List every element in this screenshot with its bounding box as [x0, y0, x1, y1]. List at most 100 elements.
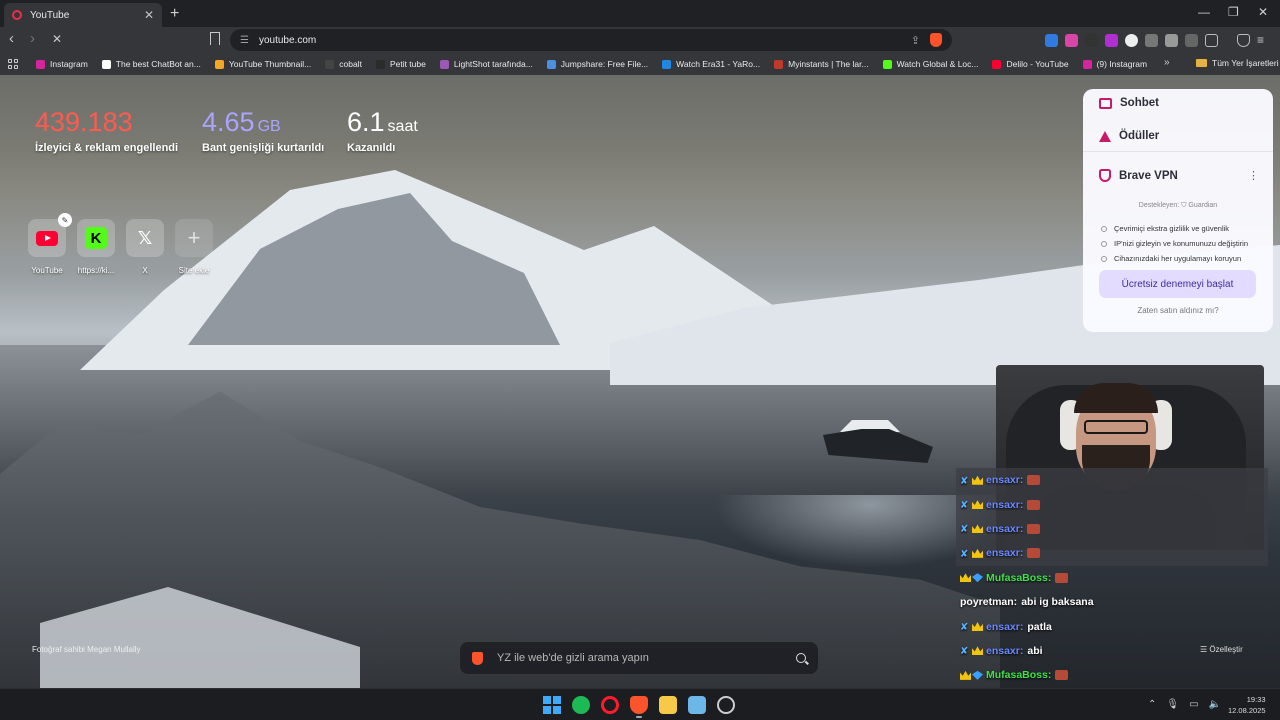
bookmark-item[interactable]: Watch Era31 - YaRo... [662, 59, 760, 69]
windows-start-icon[interactable] [543, 696, 561, 714]
spotify-icon[interactable] [572, 696, 590, 714]
close-window-icon[interactable]: ✕ [1258, 5, 1268, 19]
search-input[interactable]: YZ ile web'de gizli arama yapın [497, 652, 796, 664]
rewards-triangle-icon [1099, 130, 1111, 142]
menu-icon[interactable]: ≡ [1257, 33, 1264, 47]
forward-icon[interactable]: › [30, 30, 35, 47]
tray-chevron-icon[interactable]: ⌃ [1148, 699, 1156, 710]
bookmark-favicon-icon [1082, 59, 1092, 69]
volume-icon[interactable]: 🔈 [1209, 699, 1221, 710]
apps-grid-icon[interactable] [8, 59, 18, 69]
add-site-tile[interactable]: + Site ekle [175, 219, 213, 275]
close-tab-icon[interactable]: ✕ [144, 8, 154, 22]
chat-username: poyretman: [960, 596, 1018, 609]
bookmark-favicon-icon [774, 59, 784, 69]
chat-emote-icon [1055, 572, 1069, 583]
bookmark-item[interactable]: (9) Instagram [1082, 59, 1147, 69]
vpn-powered-by: Destekleyen: ⛉ Guardian [1083, 202, 1273, 210]
bookmark-item[interactable]: Instagram [36, 59, 88, 69]
extension-icon[interactable] [1165, 33, 1178, 47]
all-bookmarks-folder[interactable]: Tüm Yer İşaretleri [1196, 58, 1279, 68]
bookmark-item[interactable]: Delilo - YouTube [992, 59, 1069, 69]
top-site-kick-box[interactable]: K [77, 219, 115, 257]
file-explorer-icon[interactable] [659, 696, 677, 714]
site-info-icon[interactable]: ☰ [240, 35, 249, 46]
bookmark-item[interactable]: cobalt [325, 59, 362, 69]
chat-badges: ✘ [960, 500, 984, 512]
bookmark-favicon-icon [882, 59, 892, 69]
bookmark-page-icon[interactable] [210, 32, 220, 45]
edit-pencil-icon[interactable]: ✎ [58, 213, 72, 227]
top-site-x[interactable]: 𝕏 X [126, 219, 164, 275]
rewards-widget[interactable]: Ödüller [1099, 130, 1159, 142]
chat-message: MufasaBoss: [956, 566, 1268, 590]
sidebar-toggle-icon[interactable] [1205, 33, 1218, 47]
chat-badges: ✘ [960, 548, 984, 560]
chat-message: ✘ ensaxr: [956, 541, 1268, 566]
extension-icon[interactable] [1125, 33, 1138, 47]
extension-icon[interactable] [1145, 33, 1158, 47]
brave-browser-icon[interactable] [630, 696, 648, 718]
crown-badge-icon [972, 500, 983, 510]
bookmark-favicon-icon [546, 59, 556, 69]
extension-icon[interactable] [1085, 33, 1098, 47]
bookmark-item[interactable]: The best ChatBot an... [101, 59, 201, 69]
top-sites: ✎ YouTube K https://ki... 𝕏 X + Site ekl… [28, 213, 213, 275]
stat-bandwidth-label: Bant genişliği kurtarıldı [202, 142, 325, 154]
bookmark-item[interactable]: Watch Global & Loc... [882, 59, 978, 69]
url-text[interactable]: youtube.com [259, 35, 911, 46]
bookmark-item[interactable]: Petit tube [375, 59, 426, 69]
add-site-box[interactable]: + [175, 219, 213, 257]
chat-username: ensaxr: [986, 547, 1024, 560]
bookmark-favicon-icon [992, 59, 1002, 69]
extension-icon[interactable] [1105, 33, 1118, 47]
taskbar-clock[interactable]: 19:33 12.08.2025 [1228, 694, 1266, 716]
extension-icon[interactable] [1065, 33, 1078, 47]
chat-text: abi [1027, 644, 1043, 657]
bookmark-item[interactable]: YouTube Thumbnail... [214, 59, 311, 69]
translate-extension-icon[interactable] [1045, 33, 1058, 47]
puzzle-extensions-icon[interactable] [1185, 33, 1198, 47]
top-site-youtube[interactable]: ✎ YouTube [28, 213, 72, 275]
brave-shields-icon[interactable] [930, 33, 942, 47]
share-icon[interactable]: ⇪ [911, 34, 920, 47]
tab-youtube[interactable]: YouTube ✕ [4, 3, 162, 27]
bookmark-item[interactable]: Jumpshare: Free File... [546, 59, 648, 69]
address-bar[interactable]: ☰ youtube.com ⇪ [230, 29, 952, 51]
top-site-x-box[interactable]: 𝕏 [126, 219, 164, 257]
search-icon[interactable] [796, 653, 806, 663]
more-bookmarks-icon[interactable]: » [1164, 57, 1170, 68]
bookmark-favicon-icon [662, 59, 672, 69]
sword-badge-icon: ✘ [960, 475, 969, 487]
network-icon[interactable]: ▭ [1189, 699, 1198, 710]
vpn-icon[interactable] [1237, 33, 1250, 47]
stat-bandwidth-saved: 4.65 GB Bant genişliği kurtarıldı [202, 107, 324, 154]
microphone-icon[interactable]: 🎙 [1166, 699, 1179, 710]
vpn-more-options-icon[interactable]: ⋮ [1248, 169, 1259, 182]
vpn-widget-title: Brave VPN [1099, 169, 1178, 182]
stop-loading-icon[interactable]: ✕ [52, 32, 62, 46]
chat-message: ✘ ensaxr: abi [956, 639, 1268, 663]
start-free-trial-button[interactable]: Ücretsiz denemeyi başlat [1099, 270, 1256, 298]
stat-trackers-blocked: 439.183 İzleyici & reklam engellendi [35, 107, 178, 154]
top-site-youtube-box[interactable]: ✎ [28, 213, 72, 257]
bookmark-item[interactable]: LightShot tarafında... [439, 59, 533, 69]
app-icon[interactable] [688, 696, 706, 714]
crown-badge-icon [972, 622, 983, 632]
back-icon[interactable]: ‹ [9, 30, 14, 47]
already-purchased-link[interactable]: Zaten satın aldınız mı? [1083, 306, 1273, 315]
windows-taskbar: ⌃ 🎙 ▭ 🔈 19:33 12.08.2025 [0, 688, 1280, 720]
bookmark-list: Instagram The best ChatBot an... YouTube T… [36, 59, 1161, 69]
opera-icon[interactable] [601, 696, 619, 714]
app-icon[interactable] [717, 696, 735, 714]
chat-message: ✘ ensaxr: [956, 492, 1268, 517]
sword-badge-icon: ✘ [960, 500, 969, 512]
minimize-icon[interactable]: — [1198, 5, 1210, 19]
photo-credit[interactable]: Fotoğraf sahibi Megan Mullally [32, 645, 141, 654]
chat-widget[interactable]: Sohbet [1099, 97, 1159, 109]
new-tab-button[interactable]: + [170, 5, 179, 23]
restore-icon[interactable]: ❐ [1228, 5, 1239, 19]
top-site-kick[interactable]: K https://ki... [77, 219, 115, 275]
search-bar[interactable]: YZ ile web'de gizli arama yapın [460, 642, 818, 674]
bookmark-item[interactable]: Myinstants | The lar... [774, 59, 869, 69]
